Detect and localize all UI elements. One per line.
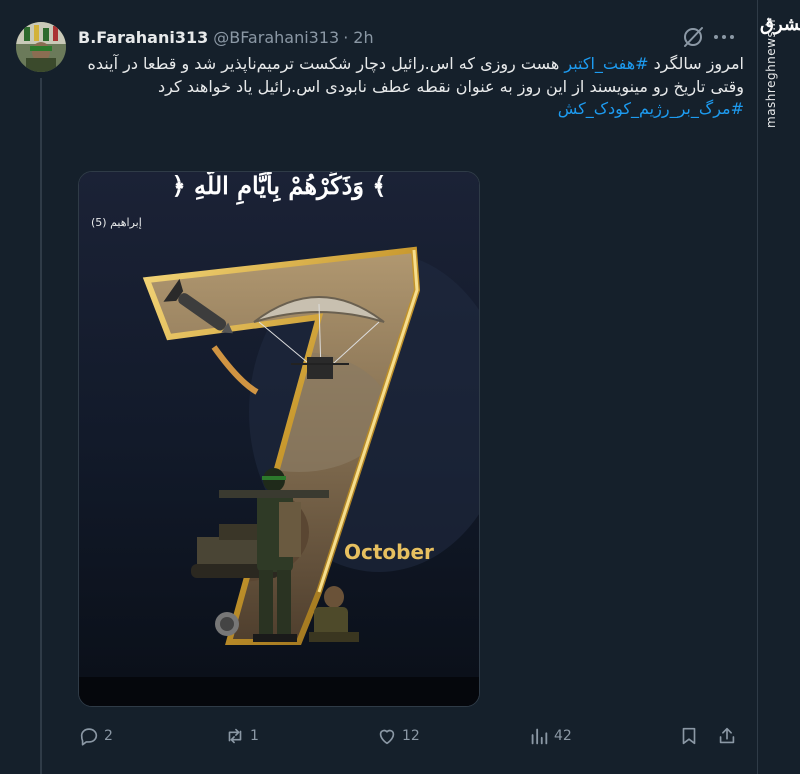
avatar-image xyxy=(16,22,66,72)
more-icon[interactable] xyxy=(712,33,736,41)
reply-icon xyxy=(80,728,98,746)
tweet-timestamp[interactable]: 2h xyxy=(353,28,373,47)
grok-icon[interactable] xyxy=(680,24,706,50)
reply-count: 2 xyxy=(104,728,113,744)
header-separator: · xyxy=(343,27,349,47)
hashtag-death[interactable]: #مرگ_بر_رژیم_کودک_کش xyxy=(558,99,744,118)
share-icon xyxy=(719,727,735,744)
author-handle[interactable]: @BFarahani313 xyxy=(213,28,339,47)
hashtag-haft-october[interactable]: #هفت_اکتبر xyxy=(564,54,648,73)
avatar[interactable] xyxy=(16,22,66,72)
thread-line xyxy=(40,78,42,774)
repost-count: 1 xyxy=(250,728,259,744)
poster-artwork: ﴿ وَذَكِّرْهُمْ بِأَيَّامِ اللَّهِ ﴾ إبر… xyxy=(79,172,479,706)
author-name[interactable]: B.Farahani313 xyxy=(78,28,208,47)
repost-button[interactable]: 1 xyxy=(224,722,259,750)
bookmark-icon xyxy=(682,727,696,745)
tweet-text-segment: امروز سالگرد xyxy=(648,54,744,73)
share-button[interactable] xyxy=(716,722,738,750)
tweet-body: امروز سالگرد #هفت_اکتبر هست روزی که اس.ر… xyxy=(78,53,745,98)
views-button[interactable]: 42 xyxy=(528,722,572,750)
reply-button[interactable]: 2 xyxy=(78,722,113,750)
heart-icon xyxy=(379,729,395,745)
poster-verse-reference: إبراهيم (5) xyxy=(91,216,142,229)
tweet-text: امروز سالگرد #هفت_اکتبر هست روزی که اس.ر… xyxy=(78,53,745,121)
like-button[interactable]: 12 xyxy=(376,722,420,750)
tweet-media-image[interactable]: ﴿ وَذَكِّرْهُمْ بِأَيَّامِ اللَّهِ ﴾ إبر… xyxy=(78,171,480,707)
watermark-site: mashreghnews.ir xyxy=(764,17,778,128)
poster-month: October xyxy=(344,540,434,564)
repost-icon xyxy=(228,728,242,744)
tweet-header: B.Farahani313 @BFarahani313 · 2h xyxy=(78,27,374,47)
views-count: 42 xyxy=(554,728,572,744)
like-count: 12 xyxy=(402,728,420,744)
bookmark-button[interactable] xyxy=(678,722,700,750)
tweet-actions: 2 1 12 42 xyxy=(78,722,744,750)
views-icon xyxy=(531,728,548,745)
